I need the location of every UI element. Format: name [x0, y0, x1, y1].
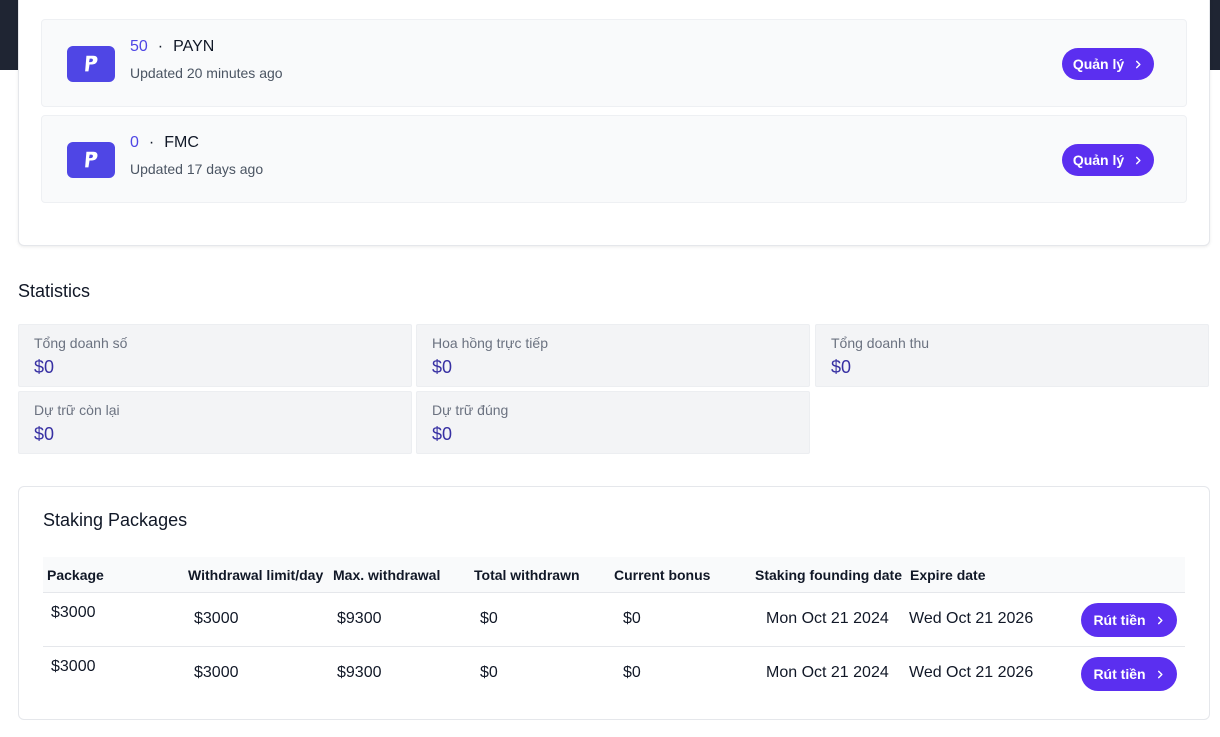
- column-header-expire-date: Expire date: [910, 567, 986, 583]
- stat-correct-reserve: Dự trữ đúng $0: [416, 391, 810, 454]
- chevron-right-icon: [1157, 616, 1163, 624]
- token-title: 50 · PAYN: [130, 38, 214, 56]
- wallet-card: 50 · PAYN Updated 20 minutes ago Quản lý…: [18, 0, 1210, 246]
- withdraw-button-label: Rút tiền: [1093, 612, 1146, 628]
- cell-total-withdrawn: $0: [480, 610, 498, 627]
- table-header: Package Withdrawal limit/day Max. withdr…: [43, 557, 1185, 593]
- stat-remaining-reserve: Dự trữ còn lại $0: [18, 391, 412, 454]
- token-symbol: FMC: [164, 134, 199, 151]
- manage-button[interactable]: Quản lý: [1062, 48, 1154, 80]
- paypal-p-icon: [67, 142, 115, 178]
- cell-package: $3000: [51, 658, 96, 675]
- column-header-max-withdrawal: Max. withdrawal: [333, 567, 441, 583]
- column-header-current-bonus: Current bonus: [614, 567, 711, 583]
- stat-total-sales: Tổng doanh số $0: [18, 324, 412, 387]
- token-title: 0 · FMC: [130, 134, 199, 152]
- token-amount: 50: [130, 38, 148, 55]
- stat-direct-commission: Hoa hồng trực tiếp $0: [416, 324, 810, 387]
- chevron-right-icon: [1136, 156, 1141, 164]
- cell-current-bonus: $0: [623, 664, 641, 681]
- cell-expire-date: Wed Oct 21 2026: [909, 610, 1034, 627]
- stat-value: $0: [432, 357, 453, 377]
- token-updated-time: Updated 17 days ago: [130, 161, 264, 177]
- token-symbol: PAYN: [173, 38, 215, 55]
- withdraw-button[interactable]: Rút tiền: [1081, 657, 1177, 691]
- cell-current-bonus: $0: [623, 610, 641, 627]
- cell-total-withdrawn: $0: [480, 664, 498, 681]
- column-header-package: Package: [47, 567, 104, 583]
- cell-max-withdrawal: $9300: [337, 610, 382, 627]
- stat-value: $0: [432, 424, 453, 444]
- cell-founding-date: Mon Oct 21 2024: [766, 610, 889, 627]
- stat-label: Tổng doanh thu: [831, 335, 930, 351]
- chevron-right-icon: [1157, 670, 1163, 678]
- token-row-payn: 50 · PAYN Updated 20 minutes ago Quản lý: [41, 19, 1187, 107]
- staking-packages-card: Staking Packages Package Withdrawal limi…: [18, 486, 1210, 720]
- cell-max-withdrawal: $9300: [337, 664, 382, 681]
- cell-withdrawal-limit: $3000: [194, 610, 239, 627]
- separator-dot: ·: [157, 38, 164, 55]
- stat-label: Dự trữ đúng: [432, 402, 509, 418]
- withdraw-button[interactable]: Rút tiền: [1081, 603, 1177, 637]
- stat-label: Hoa hồng trực tiếp: [432, 335, 548, 351]
- withdraw-button-label: Rút tiền: [1093, 666, 1146, 682]
- manage-button-label: Quản lý: [1072, 152, 1125, 168]
- separator-dot: ·: [148, 134, 155, 151]
- manage-button[interactable]: Quản lý: [1062, 144, 1154, 176]
- chevron-right-icon: [1136, 60, 1141, 68]
- column-header-withdrawal-limit: Withdrawal limit/day: [188, 567, 324, 583]
- stat-value: $0: [34, 357, 55, 377]
- cell-withdrawal-limit: $3000: [194, 664, 239, 681]
- cell-founding-date: Mon Oct 21 2024: [766, 664, 889, 681]
- token-row-fmc: 0 · FMC Updated 17 days ago Quản lý: [41, 115, 1187, 203]
- statistics-heading: Statistics: [18, 281, 91, 301]
- column-header-total-withdrawn: Total withdrawn: [474, 567, 580, 583]
- table-row: $3000 $3000 $9300 $0 $0 Mon Oct 21 2024 …: [43, 593, 1185, 647]
- stat-value: $0: [831, 357, 852, 377]
- column-header-founding-date: Staking founding date: [755, 567, 902, 583]
- stat-total-revenue: Tổng doanh thu $0: [815, 324, 1209, 387]
- stat-label: Dự trữ còn lại: [34, 402, 120, 418]
- stat-label: Tổng doanh số: [34, 335, 128, 351]
- token-amount: 0: [130, 134, 139, 151]
- token-updated-time: Updated 20 minutes ago: [130, 65, 283, 81]
- cell-expire-date: Wed Oct 21 2026: [909, 664, 1034, 681]
- cell-package: $3000: [51, 604, 96, 621]
- staking-title: Staking Packages: [43, 510, 188, 530]
- stat-value: $0: [34, 424, 55, 444]
- table-row: $3000 $3000 $9300 $0 $0 Mon Oct 21 2024 …: [43, 647, 1185, 701]
- paypal-p-icon: [67, 46, 115, 82]
- manage-button-label: Quản lý: [1072, 56, 1125, 72]
